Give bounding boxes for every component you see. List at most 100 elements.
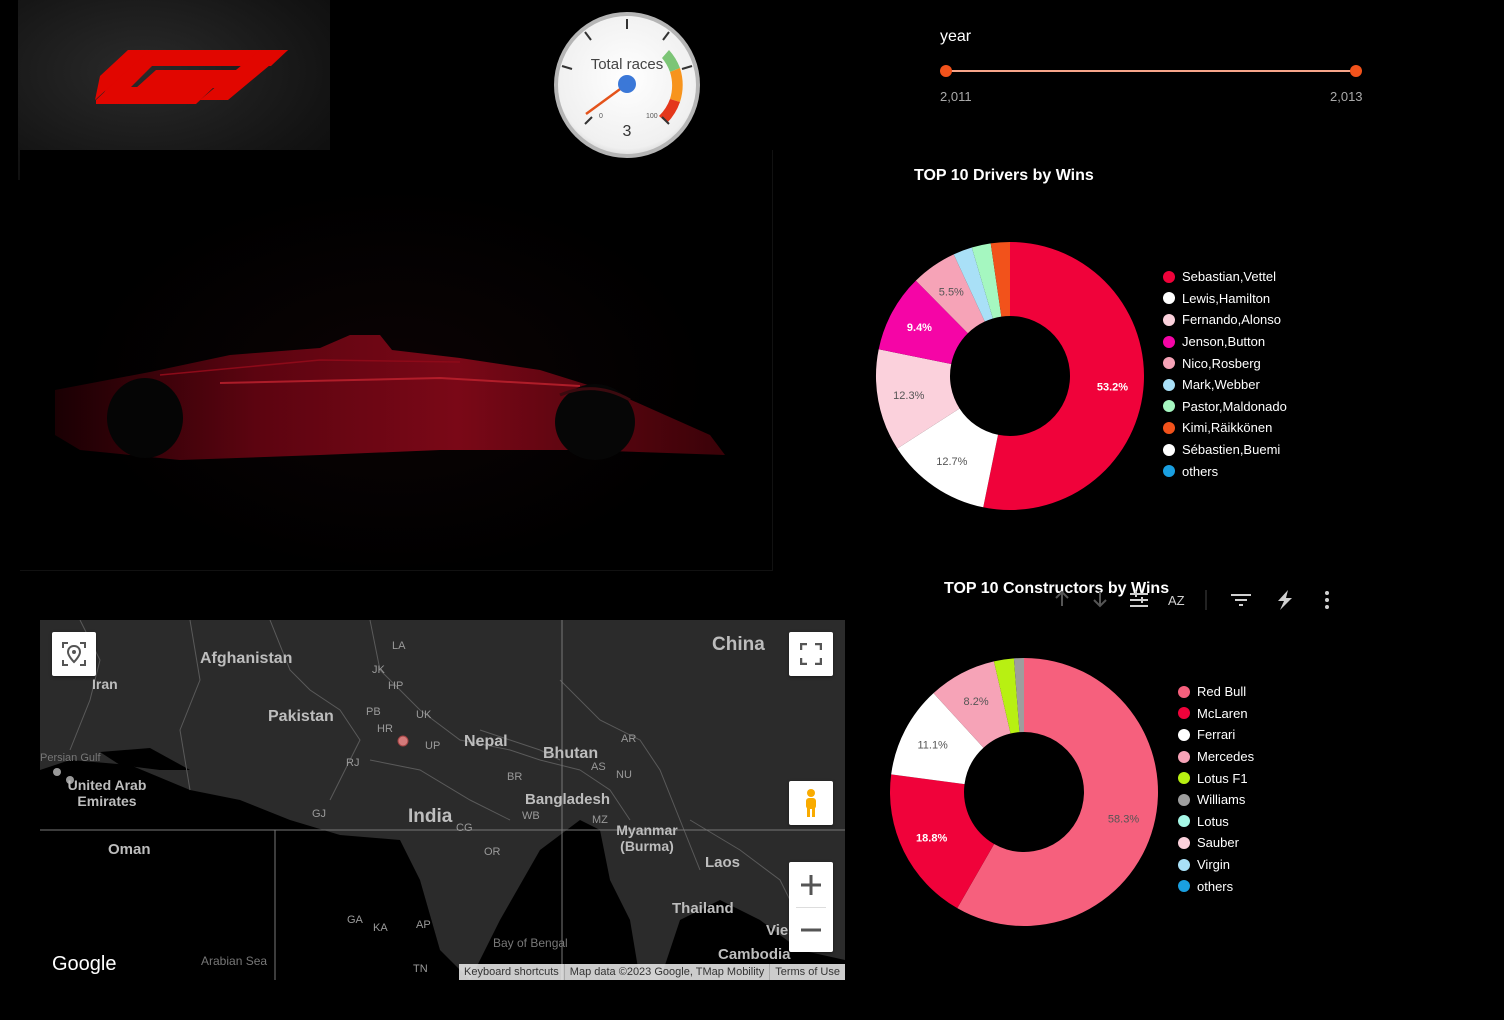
slider-handle-start[interactable] <box>940 65 952 77</box>
map-label-hr: HR <box>377 723 393 735</box>
arrow-up-icon[interactable] <box>1055 590 1069 606</box>
arrow-down-icon[interactable] <box>1093 592 1107 608</box>
drivers-legend-label-7: Kimi,Räikkönen <box>1182 420 1273 436</box>
map-widget[interactable]: China Afghanistan Iran Pakistan Nepal Bh… <box>40 620 845 980</box>
map-label-bay-of-bengal: Bay of Bengal <box>493 936 568 950</box>
map-label-nepal: Nepal <box>464 733 508 750</box>
constructors-legend-item-0[interactable]: Red Bull <box>1178 681 1254 703</box>
drivers-data-label-1: 12.7% <box>936 456 967 468</box>
map-label-thailand: Thailand <box>672 900 734 917</box>
map-label-india: India <box>408 806 453 827</box>
location-pin-icon <box>62 642 86 666</box>
constructors-legend-item-8[interactable]: Virgin <box>1178 854 1254 876</box>
drivers-legend-item-8[interactable]: Sébastien,Buemi <box>1163 439 1287 461</box>
street-view-pegman-button[interactable] <box>789 781 833 825</box>
constructors-legend-swatch-5 <box>1178 793 1190 806</box>
map-canvas[interactable] <box>40 620 845 980</box>
drivers-legend-swatch-8 <box>1163 443 1175 456</box>
constructors-legend: Red Bull McLaren Ferrari Mercedes Lotus F1 Wi… <box>1178 681 1254 897</box>
constructors-data-label-2: 11.1% <box>917 739 948 751</box>
drivers-legend-item-3[interactable]: Jenson,Button <box>1163 331 1287 353</box>
total-races-gauge: Total races 0 100 3 <box>552 10 702 160</box>
constructors-legend-swatch-4 <box>1178 772 1190 785</box>
map-label-nu: NU <box>616 769 632 781</box>
car-image-panel <box>20 150 773 571</box>
map-label-vie: Vie <box>766 922 789 939</box>
map-marker[interactable] <box>397 735 409 747</box>
constructors-legend-item-9[interactable]: others <box>1178 875 1254 897</box>
filter-icon[interactable] <box>1231 594 1251 606</box>
constructors-legend-item-1[interactable]: McLaren <box>1178 703 1254 725</box>
drivers-legend-item-5[interactable]: Mark,Webber <box>1163 374 1287 396</box>
drivers-data-label-4: 5.5% <box>939 286 964 298</box>
minus-icon <box>801 928 821 931</box>
lightning-icon[interactable] <box>1278 590 1292 610</box>
constructors-legend-label-7: Sauber <box>1197 835 1239 851</box>
constructors-legend-label-4: Lotus F1 <box>1197 770 1248 786</box>
map-label-rj: RJ <box>346 757 360 769</box>
more-vert-icon[interactable] <box>1325 591 1329 609</box>
map-label-pb: PB <box>366 706 381 718</box>
google-logo: Google <box>52 953 117 975</box>
map-label-jk: JK <box>372 664 385 676</box>
map-label-as: AS <box>591 761 606 773</box>
zoom-out-button[interactable] <box>789 908 833 952</box>
drivers-legend-item-6[interactable]: Pastor,Maldonado <box>1163 396 1287 418</box>
drivers-legend-label-4: Nico,Rosberg <box>1182 355 1261 371</box>
terms-of-use-link[interactable]: Terms of Use <box>769 964 845 980</box>
map-label-or: OR <box>484 846 501 858</box>
map-label-arabian-sea: Arabian Sea <box>201 954 268 968</box>
drivers-legend-item-4[interactable]: Nico,Rosberg <box>1163 352 1287 374</box>
drivers-legend: Sebastian,Vettel Lewis,Hamilton Fernando,A… <box>1163 266 1287 482</box>
map-label-hp: HP <box>388 680 404 692</box>
constructors-legend-item-6[interactable]: Lotus <box>1178 811 1254 833</box>
year-range-slider[interactable] <box>940 64 1362 78</box>
pegman-icon <box>806 789 816 817</box>
map-label-wb: WB <box>522 810 540 822</box>
my-location-button[interactable] <box>52 632 96 676</box>
gauge-title: Total races <box>591 56 664 73</box>
constructors-legend-label-9: others <box>1197 878 1234 894</box>
slider-start-value: 2,011 <box>940 89 972 104</box>
slider-handle-end[interactable] <box>1350 65 1362 77</box>
drivers-legend-item-1[interactable]: Lewis,Hamilton <box>1163 288 1287 310</box>
constructors-data-label-1: 18.8% <box>916 833 947 845</box>
fullscreen-button[interactable] <box>789 632 833 676</box>
drivers-legend-item-0[interactable]: Sebastian,Vettel <box>1163 266 1287 288</box>
drivers-legend-swatch-6 <box>1163 400 1175 413</box>
map-label-mz: MZ <box>592 814 608 826</box>
drivers-legend-item-2[interactable]: Fernando,Alonso <box>1163 309 1287 331</box>
gauge-value: 3 <box>623 123 632 140</box>
zoom-in-button[interactable] <box>789 863 833 907</box>
map-label-cg: CG <box>456 822 473 834</box>
drivers-legend-swatch-4 <box>1163 357 1175 370</box>
constructors-legend-item-3[interactable]: Mercedes <box>1178 746 1254 768</box>
map-label-bhutan: Bhutan <box>543 745 599 762</box>
drivers-legend-swatch-9 <box>1163 465 1175 478</box>
keyboard-shortcuts-link[interactable]: Keyboard shortcuts <box>459 964 564 980</box>
drivers-legend-label-3: Jenson,Button <box>1182 334 1266 350</box>
drivers-legend-item-9[interactable]: others <box>1163 460 1287 482</box>
drivers-legend-swatch-2 <box>1163 313 1175 326</box>
sort-az-icon[interactable]: AZ <box>1168 593 1185 608</box>
map-label-pakistan: Pakistan <box>268 708 334 725</box>
map-data-attribution: Map data ©2023 Google, TMap Mobility <box>563 964 769 980</box>
map-label-la: LA <box>392 640 406 652</box>
drivers-legend-label-6: Pastor,Maldonado <box>1182 398 1287 414</box>
drivers-legend-swatch-7 <box>1163 421 1175 434</box>
drivers-chart-title: TOP 10 Drivers by Wins <box>914 167 1094 184</box>
constructors-legend-item-2[interactable]: Ferrari <box>1178 724 1254 746</box>
map-label-ar: AR <box>621 733 637 745</box>
constructors-legend-item-5[interactable]: Williams <box>1178 789 1254 811</box>
drill-icon[interactable] <box>1130 591 1148 607</box>
constructors-legend-swatch-0 <box>1178 685 1190 698</box>
constructors-legend-label-2: Ferrari <box>1197 727 1236 743</box>
constructors-legend-item-4[interactable]: Lotus F1 <box>1178 767 1254 789</box>
map-label-up: UP <box>425 740 441 752</box>
constructors-legend-swatch-2 <box>1178 728 1190 741</box>
constructors-legend-swatch-8 <box>1178 858 1190 871</box>
f1-car-silhouette <box>55 335 725 460</box>
gauge-min-label: 0 <box>599 113 603 120</box>
drivers-legend-item-7[interactable]: Kimi,Räikkönen <box>1163 417 1287 439</box>
constructors-legend-item-7[interactable]: Sauber <box>1178 832 1254 854</box>
